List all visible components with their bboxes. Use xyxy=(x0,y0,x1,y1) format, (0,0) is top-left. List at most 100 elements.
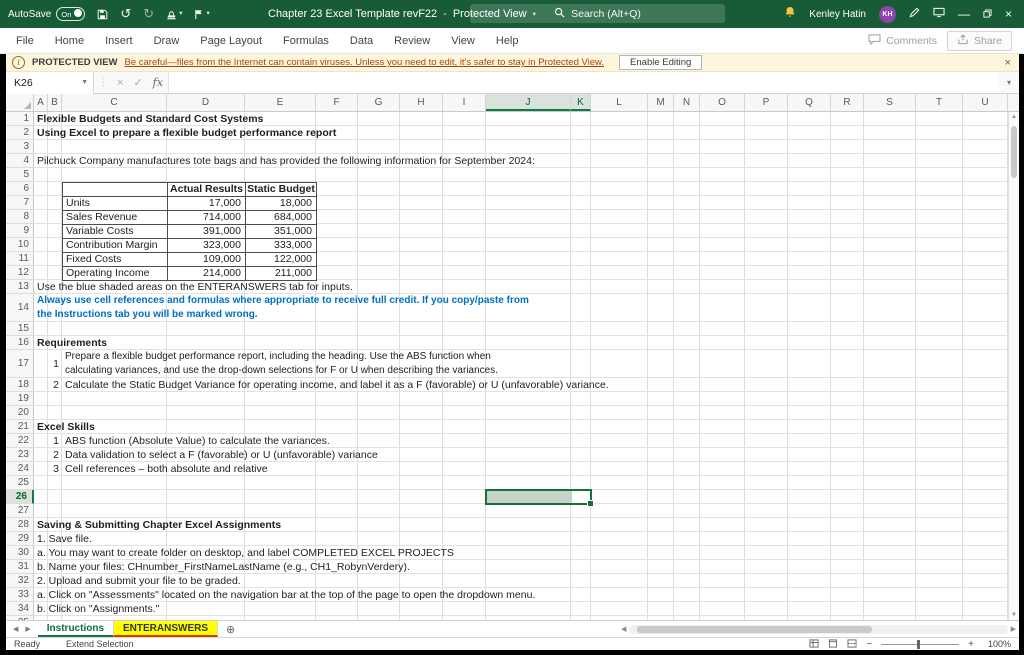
table-cell[interactable]: Static Budget xyxy=(246,183,317,197)
table-cell[interactable]: Variable Costs xyxy=(63,225,168,239)
restore-button[interactable] xyxy=(983,0,992,28)
row-header-16[interactable]: 16 xyxy=(6,336,34,350)
row-header-7[interactable]: 7 xyxy=(6,196,34,210)
table-cell[interactable]: 391,000 xyxy=(168,225,246,239)
row-header-31[interactable]: 31 xyxy=(6,560,34,574)
row-header-12[interactable]: 12 xyxy=(6,266,34,280)
drag-handle-icon[interactable]: ⋮ xyxy=(94,77,112,88)
minimize-button[interactable]: — xyxy=(958,0,970,28)
sheet-nav-left-icon[interactable]: ◀ xyxy=(13,625,18,633)
cancel-icon[interactable]: × xyxy=(112,77,128,89)
row-header-21[interactable]: 21 xyxy=(6,420,34,434)
column-header-D[interactable]: D xyxy=(167,94,245,111)
stamp-icon[interactable]: ▾ xyxy=(166,0,182,28)
scroll-up-icon[interactable]: ▲ xyxy=(1009,112,1019,122)
close-icon[interactable]: × xyxy=(1005,57,1011,69)
row-header-26[interactable]: 26 xyxy=(6,490,34,504)
row-header-30[interactable]: 30 xyxy=(6,546,34,560)
row-header-27[interactable]: 27 xyxy=(6,504,34,518)
row-header-13[interactable]: 13 xyxy=(6,280,34,294)
select-all-corner[interactable] xyxy=(6,94,34,111)
name-box[interactable]: K26 ▼ xyxy=(6,72,94,94)
table-cell[interactable]: 214,000 xyxy=(168,267,246,281)
confirm-icon[interactable]: ✓ xyxy=(128,76,147,89)
table-cell[interactable]: 122,000 xyxy=(246,253,317,267)
table-cell[interactable]: 109,000 xyxy=(168,253,246,267)
flag-icon[interactable]: ▾ xyxy=(194,0,209,28)
table-cell[interactable]: 684,000 xyxy=(246,211,317,225)
comments-button[interactable]: Comments xyxy=(868,34,937,48)
page-layout-view-icon[interactable] xyxy=(828,639,838,650)
row-header-6[interactable]: 6 xyxy=(6,182,34,196)
page-break-view-icon[interactable] xyxy=(847,639,857,650)
ribbon-tab-help[interactable]: Help xyxy=(496,35,519,47)
zoom-in-icon[interactable]: + xyxy=(968,639,974,650)
row-header-23[interactable]: 23 xyxy=(6,448,34,462)
zoom-slider[interactable] xyxy=(881,644,959,645)
formula-input[interactable] xyxy=(168,72,999,93)
table-cell[interactable]: Operating Income xyxy=(63,267,168,281)
horizontal-scrollbar[interactable]: ◀ ▶ xyxy=(621,623,1016,635)
column-header-B[interactable]: B xyxy=(48,94,62,111)
table-cell[interactable]: 333,000 xyxy=(246,239,317,253)
column-header-G[interactable]: G xyxy=(358,94,400,111)
ribbon-tab-home[interactable]: Home xyxy=(55,35,84,47)
ribbon-tab-data[interactable]: Data xyxy=(350,35,373,47)
column-header-U[interactable]: U xyxy=(963,94,1008,111)
column-header-T[interactable]: T xyxy=(916,94,963,111)
row-header-24[interactable]: 24 xyxy=(6,462,34,476)
table-cell[interactable]: Fixed Costs xyxy=(63,253,168,267)
ribbon-tab-file[interactable]: File xyxy=(16,35,34,47)
column-header-P[interactable]: P xyxy=(745,94,788,111)
row-header-25[interactable]: 25 xyxy=(6,476,34,490)
search-box[interactable]: Search (Alt+Q) xyxy=(470,4,725,23)
ribbon-tab-view[interactable]: View xyxy=(451,35,475,47)
column-header-S[interactable]: S xyxy=(864,94,916,111)
row-header-4[interactable]: 4 xyxy=(6,154,34,168)
bell-icon[interactable] xyxy=(784,5,796,23)
row-header-1[interactable]: 1 xyxy=(6,112,34,126)
row-header-22[interactable]: 22 xyxy=(6,434,34,448)
scroll-right-icon[interactable]: ▶ xyxy=(1011,625,1016,633)
column-header-O[interactable]: O xyxy=(700,94,745,111)
sheet-tab-enteranswers[interactable]: ENTERANSWERS xyxy=(114,621,218,637)
save-icon[interactable] xyxy=(97,9,108,20)
table-cell[interactable]: 211,000 xyxy=(246,267,317,281)
table-cell[interactable]: 714,000 xyxy=(168,211,246,225)
cells-area[interactable]: Flexible Budgets and Standard Cost Syste… xyxy=(34,112,1008,620)
add-sheet-icon[interactable]: ⊕ xyxy=(218,623,243,636)
table-cell[interactable]: Contribution Margin xyxy=(63,239,168,253)
ribbon-tab-draw[interactable]: Draw xyxy=(154,35,180,47)
row-header-32[interactable]: 32 xyxy=(6,574,34,588)
fill-handle[interactable] xyxy=(587,500,594,507)
fx-icon[interactable]: fx xyxy=(148,76,168,89)
ribbon-tab-page-layout[interactable]: Page Layout xyxy=(200,35,262,47)
avatar[interactable]: KH xyxy=(879,6,896,23)
horizontal-scroll-thumb[interactable] xyxy=(637,626,871,633)
table-cell[interactable]: 17,000 xyxy=(168,197,246,211)
close-button[interactable]: × xyxy=(1005,0,1012,28)
sheet-grid[interactable]: 1234567891011121314151617181920212223242… xyxy=(6,112,1008,620)
row-header-29[interactable]: 29 xyxy=(6,532,34,546)
row-header-8[interactable]: 8 xyxy=(6,210,34,224)
share-button[interactable]: Share xyxy=(947,31,1012,51)
row-header-3[interactable]: 3 xyxy=(6,140,34,154)
formula-bar-expand-icon[interactable]: ▾ xyxy=(999,78,1019,87)
row-header-20[interactable]: 20 xyxy=(6,406,34,420)
row-header-14[interactable]: 14 xyxy=(6,294,34,322)
table-cell[interactable]: Sales Revenue xyxy=(63,211,168,225)
zoom-level[interactable]: 100% xyxy=(983,639,1011,649)
undo-icon[interactable]: ↺ xyxy=(120,0,131,28)
sheet-nav-right-icon[interactable]: ▶ xyxy=(25,625,30,633)
table-cell[interactable]: Actual Results xyxy=(168,183,246,197)
table-cell[interactable]: 323,000 xyxy=(168,239,246,253)
column-header-K[interactable]: K xyxy=(571,94,591,111)
row-header-28[interactable]: 28 xyxy=(6,518,34,532)
redo-icon[interactable]: ↻ xyxy=(143,0,154,28)
vertical-scrollbar[interactable]: ▲ ▼ xyxy=(1008,112,1019,620)
column-header-I[interactable]: I xyxy=(443,94,486,111)
enable-editing-button[interactable]: Enable Editing xyxy=(619,55,702,70)
user-name[interactable]: Kenley Hatin xyxy=(809,9,866,20)
row-header-2[interactable]: 2 xyxy=(6,126,34,140)
row-header-5[interactable]: 5 xyxy=(6,168,34,182)
